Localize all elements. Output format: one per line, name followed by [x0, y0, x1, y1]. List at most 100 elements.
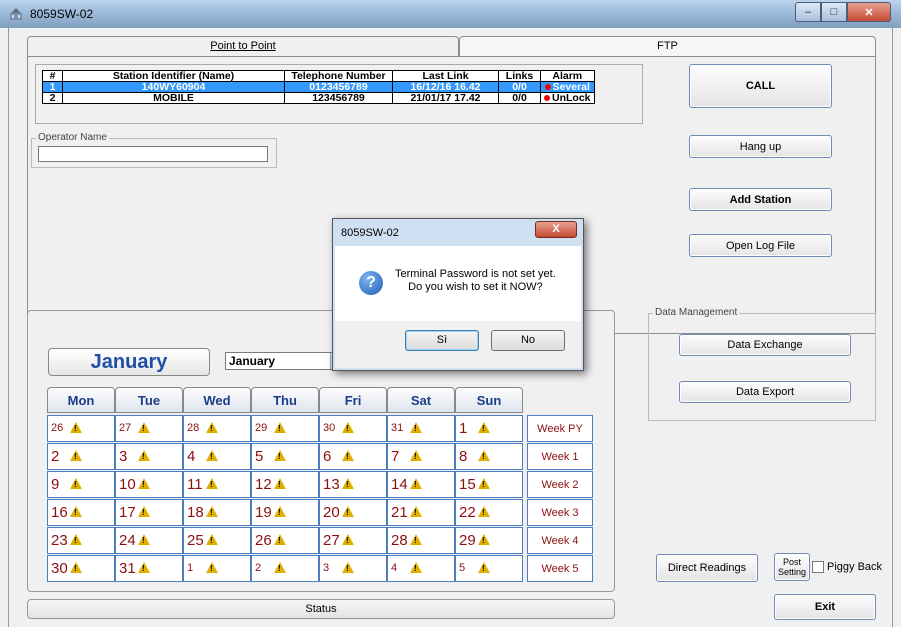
operator-name-label: Operator Name [36, 132, 109, 143]
calendar-day-cell[interactable]: 2 [251, 555, 319, 582]
warning-icon [138, 506, 150, 517]
calendar-day-cell[interactable]: 1 [183, 555, 251, 582]
app-icon [10, 8, 22, 20]
alarm-indicator-icon [544, 95, 550, 102]
calendar-day-cell[interactable]: 23 [47, 527, 115, 554]
calendar-day-cell[interactable]: 9 [47, 471, 115, 498]
calendar-day-cell[interactable]: 7 [387, 443, 455, 470]
calendar-day-cell[interactable]: 29 [455, 527, 523, 554]
piggy-back-checkbox[interactable] [812, 561, 824, 573]
calendar-day-number: 23 [51, 532, 68, 549]
calendar-day-number: 31 [119, 560, 136, 577]
open-log-file-button[interactable]: Open Log File [689, 234, 832, 257]
warning-icon [410, 562, 422, 573]
calendar-day-number: 31 [391, 422, 404, 434]
table-row[interactable]: 2 MOBILE 123456789 21/01/17 17.42 0/0 Un… [42, 92, 595, 104]
direct-readings-button[interactable]: Direct Readings [656, 554, 758, 582]
close-button[interactable]: ✕ [847, 2, 891, 22]
calendar-day-cell[interactable]: 30 [47, 555, 115, 582]
calendar-day-cell[interactable]: 11 [183, 471, 251, 498]
tab-label: FTP [657, 40, 678, 52]
calendar-day-cell[interactable]: 12 [251, 471, 319, 498]
no-button[interactable]: No [491, 330, 565, 351]
week-button[interactable]: Week 4 [527, 527, 593, 554]
status-bar: Status [27, 599, 615, 619]
operator-name-input[interactable] [38, 146, 268, 162]
exit-button[interactable]: Exit [774, 594, 876, 620]
calendar-day-cell[interactable]: 5 [455, 555, 523, 582]
question-icon: ? [359, 271, 383, 295]
calendar-day-number: 22 [459, 504, 476, 521]
calendar-day-cell[interactable]: 22 [455, 499, 523, 526]
calendar-day-cell[interactable]: 14 [387, 471, 455, 498]
warning-icon [342, 422, 354, 433]
hang-up-button[interactable]: Hang up [689, 135, 832, 158]
calendar-day-cell[interactable]: 5 [251, 443, 319, 470]
calendar-day-cell[interactable]: 13 [319, 471, 387, 498]
calendar-day-cell[interactable]: 28 [183, 415, 251, 442]
tab-point-to-point[interactable]: Point to Point [27, 36, 459, 56]
table-row[interactable]: 1 140WY60904 0123456789 16/12/16 16.42 0… [42, 81, 595, 93]
calendar-day-number: 28 [391, 532, 408, 549]
calendar-day-cell[interactable]: 8 [455, 443, 523, 470]
yes-button[interactable]: Sì [405, 330, 479, 351]
calendar-day-cell[interactable]: 16 [47, 499, 115, 526]
add-station-button[interactable]: Add Station [689, 188, 832, 211]
maximize-button[interactable]: □ [821, 2, 847, 22]
warning-icon [70, 534, 82, 545]
calendar-day-cell[interactable]: 24 [115, 527, 183, 554]
calendar-day-cell[interactable]: 28 [387, 527, 455, 554]
calendar-day-cell[interactable]: 26 [47, 415, 115, 442]
calendar-day-cell[interactable]: 30 [319, 415, 387, 442]
calendar-day-number: 26 [51, 422, 64, 434]
calendar-day-cell[interactable]: 3 [115, 443, 183, 470]
calendar-day-cell[interactable]: 31 [387, 415, 455, 442]
calendar-day-number: 14 [391, 476, 408, 493]
warning-icon [478, 478, 490, 489]
minimize-button[interactable]: – [795, 2, 821, 22]
calendar-day-cell[interactable]: 27 [115, 415, 183, 442]
call-button[interactable]: CALL [689, 64, 832, 108]
week-button[interactable]: Week 2 [527, 471, 593, 498]
calendar-day-cell[interactable]: 15 [455, 471, 523, 498]
week-button[interactable]: Week 5 [527, 555, 593, 582]
post-setting-label-1: Post [782, 557, 801, 567]
calendar-day-number: 30 [323, 422, 336, 434]
calendar-day-number: 20 [323, 504, 340, 521]
warning-icon [478, 562, 490, 573]
calendar-day-cell[interactable]: 10 [115, 471, 183, 498]
calendar-day-cell[interactable]: 19 [251, 499, 319, 526]
calendar-day-cell[interactable]: 20 [319, 499, 387, 526]
calendar-day-cell[interactable]: 27 [319, 527, 387, 554]
calendar-day-cell[interactable]: 25 [183, 527, 251, 554]
calendar-day-number: 28 [187, 422, 200, 434]
week-button[interactable]: Week 3 [527, 499, 593, 526]
password-dialog: 8059SW-02 X ? Terminal Password is not s… [332, 218, 584, 371]
week-button[interactable]: Week 1 [527, 443, 593, 470]
calendar-day-cell[interactable]: 31 [115, 555, 183, 582]
data-export-button[interactable]: Data Export [679, 381, 851, 403]
day-header-mon: Mon [47, 387, 115, 413]
calendar-day-number: 6 [323, 448, 332, 465]
calendar-day-cell[interactable]: 1 [455, 415, 523, 442]
calendar-day-cell[interactable]: 3 [319, 555, 387, 582]
warning-icon [206, 562, 218, 573]
calendar-day-cell[interactable]: 4 [387, 555, 455, 582]
data-exchange-button[interactable]: Data Exchange [679, 334, 851, 356]
calendar-day-cell[interactable]: 26 [251, 527, 319, 554]
warning-icon [478, 450, 490, 461]
dialog-close-button[interactable]: X [535, 221, 577, 238]
calendar-day-cell[interactable]: 21 [387, 499, 455, 526]
month-select[interactable]: January ▼ [225, 352, 345, 370]
week-button[interactable]: Week PY [527, 415, 593, 442]
calendar-day-cell[interactable]: 6 [319, 443, 387, 470]
tab-ftp[interactable]: FTP [459, 36, 876, 56]
calendar-day-cell[interactable]: 2 [47, 443, 115, 470]
post-setting-button[interactable]: Post Setting [774, 553, 810, 581]
calendar-day-cell[interactable]: 17 [115, 499, 183, 526]
cell-name: MOBILE [62, 92, 285, 104]
calendar-day-cell[interactable]: 18 [183, 499, 251, 526]
calendar-day-cell[interactable]: 4 [183, 443, 251, 470]
calendar-day-cell[interactable]: 29 [251, 415, 319, 442]
calendar-day-number: 4 [187, 448, 196, 465]
